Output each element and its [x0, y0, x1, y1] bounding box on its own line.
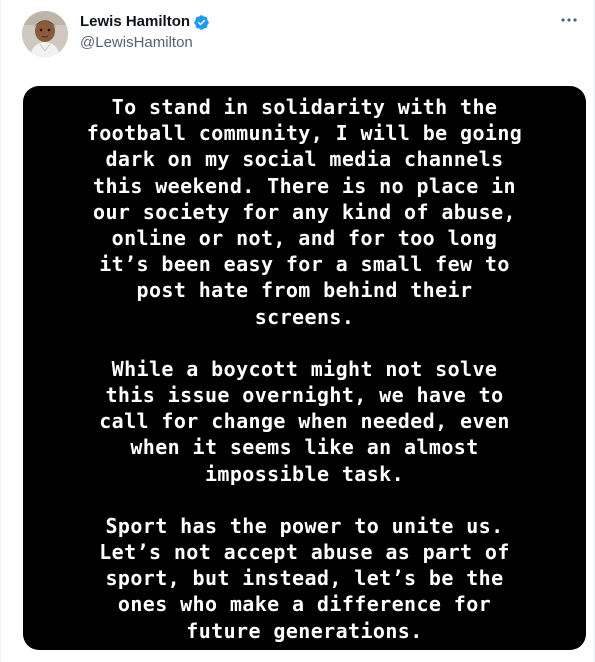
statement-line: online or not, and for too long	[111, 226, 498, 251]
statement-text: To stand in solidarity with the football …	[23, 94, 586, 650]
statement-line: Sport has the power to unite us.	[105, 513, 504, 538]
statement-line: football community, I will be going	[86, 121, 523, 146]
more-horizontal-icon	[561, 18, 577, 22]
statement-line: this issue overnight, we have to	[105, 383, 504, 408]
avatar-photo-icon	[22, 11, 68, 57]
more-options-button[interactable]	[558, 12, 580, 28]
statement-line: impossible task.	[204, 461, 405, 486]
statement-line: it’s been easy for a small few to	[99, 252, 510, 277]
statement-line: future generations.	[186, 618, 423, 643]
statement-line: post hate from behind their	[136, 278, 473, 303]
name-row: Lewis Hamilton	[80, 12, 210, 32]
statement-line: dark on my social media channels	[105, 147, 504, 172]
statement-line: Let’s not accept abuse as part of	[99, 540, 510, 565]
statement-paragraph: Sport has the power to unite us. Let’s no…	[33, 513, 576, 644]
user-handle[interactable]: @LewisHamilton	[80, 33, 210, 53]
statement-line: While a boycott might not solve	[111, 356, 498, 381]
statement-line: when it seems like an almost	[130, 435, 479, 460]
statement-line: our society for any kind of abuse,	[93, 199, 516, 224]
statement-paragraph: To stand in solidarity with the football …	[33, 94, 576, 330]
avatar[interactable]	[22, 11, 68, 57]
verified-badge-icon	[193, 14, 210, 31]
author-block: Lewis Hamilton @LewisHamilton	[80, 12, 210, 53]
statement-line: ones who make a difference for	[117, 592, 492, 617]
display-name[interactable]: Lewis Hamilton	[80, 12, 190, 32]
statement-line: call for change when needed, even	[99, 409, 510, 434]
tweet[interactable]: Lewis Hamilton @LewisHamilton To stand i…	[0, 0, 595, 662]
statement-paragraph: While a boycott might not solve this issu…	[33, 356, 576, 487]
media-image[interactable]: To stand in solidarity with the football …	[23, 86, 586, 650]
statement-line: screens.	[254, 304, 355, 329]
statement-line: this weekend. There is no place in	[93, 173, 516, 198]
statement-line: sport, but instead, let’s be the	[105, 566, 504, 591]
statement-line: To stand in solidarity with the	[111, 95, 498, 119]
